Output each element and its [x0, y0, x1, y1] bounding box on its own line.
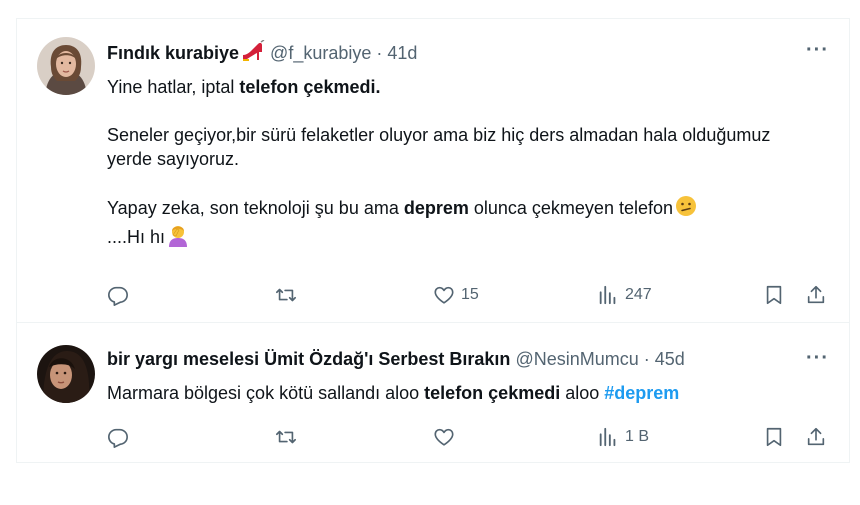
hashtag-link[interactable]: #deprem [604, 383, 679, 403]
author-name[interactable]: bir yargı meselesi Ümit Özdağ'ı Serbest … [107, 349, 510, 370]
person-facepalming-icon [167, 223, 189, 253]
like-button[interactable] [433, 426, 461, 448]
tweet-header: bir yargı meselesi Ümit Özdağ'ı Serbest … [107, 349, 833, 370]
tweet-paragraph: Yine hatlar, iptal telefon çekmedi. [107, 75, 809, 99]
timestamp[interactable]: 41d [387, 43, 417, 64]
text-span: olunca çekmeyen telefon [468, 197, 674, 218]
text-span: Yapay zeka, son teknoloji şu bu ama [107, 197, 404, 218]
tweet-text: Marmara bölgesi çok kötü sallandı aloo t… [107, 381, 809, 405]
highlighted-text: deprem [403, 197, 469, 218]
reply-icon [108, 286, 128, 306]
more-options-icon[interactable]: ··· [806, 347, 829, 370]
retweet-icon [276, 430, 296, 444]
text-span: aloo [560, 383, 605, 403]
reply-icon [108, 428, 128, 448]
separator-dot: · [376, 43, 383, 63]
retweet-button[interactable] [275, 284, 303, 306]
retweet-button[interactable] [275, 426, 303, 448]
tweet-paragraph: Seneler geçiyor,bir sürü felaketler oluy… [107, 123, 809, 171]
high-heel-shoe-icon [241, 39, 265, 67]
timeline: Fındık kurabiye @f_kurabiye · 41d ··· Yi… [16, 18, 850, 463]
bar-chart-icon [599, 427, 616, 447]
avatar[interactable] [37, 345, 95, 403]
text-span: ....Hı hı [107, 226, 166, 247]
views-count: 1 B [625, 428, 650, 445]
author-handle[interactable]: @NesinMumcu [515, 349, 638, 370]
reply-button[interactable] [107, 426, 135, 448]
heart-icon [434, 286, 454, 304]
text-span: Yine hatlar, iptal [107, 77, 240, 97]
tweet-actions: 15 247 [107, 284, 833, 308]
reply-button[interactable] [107, 284, 135, 306]
share-button[interactable] [805, 284, 827, 306]
views-count: 247 [625, 286, 652, 303]
highlighted-text: telefon çekmedi. [239, 77, 381, 97]
like-count: 15 [461, 286, 479, 303]
author-name[interactable]: Fındık kurabiye [107, 43, 239, 64]
timestamp[interactable]: 45d [655, 349, 685, 370]
tweet-text: Yine hatlar, iptal telefon çekmedi. Sene… [107, 75, 809, 253]
text-span: Marmara bölgesi çok kötü sallandı aloo [107, 383, 425, 403]
share-icon [807, 285, 825, 304]
confused-face-icon [675, 195, 697, 223]
avatar[interactable] [37, 37, 95, 95]
avatar-image [37, 345, 95, 403]
bookmark-button[interactable] [763, 284, 785, 306]
share-icon [807, 427, 825, 446]
tweet-actions: 1 B [107, 426, 833, 450]
text-span: Seneler geçiyor,bir sürü felaketler oluy… [107, 125, 771, 169]
heart-icon [434, 428, 454, 446]
bar-chart-icon [599, 285, 616, 305]
more-options-icon[interactable]: ··· [806, 39, 829, 62]
author-handle[interactable]: @f_kurabiye [270, 43, 371, 64]
tweet[interactable]: bir yargı meselesi Ümit Özdağ'ı Serbest … [17, 323, 849, 463]
like-button[interactable]: 15 [433, 284, 479, 306]
retweet-icon [276, 288, 296, 302]
avatar-image [37, 37, 95, 95]
bookmark-icon [766, 427, 782, 447]
views-button[interactable]: 247 [597, 284, 652, 306]
share-button[interactable] [805, 426, 827, 448]
bookmark-icon [766, 285, 782, 305]
views-button[interactable]: 1 B [597, 426, 649, 448]
highlighted-text: telefon çekmedi [424, 383, 561, 403]
bookmark-button[interactable] [763, 426, 785, 448]
tweet[interactable]: Fındık kurabiye @f_kurabiye · 41d ··· Yi… [17, 18, 849, 323]
tweet-header: Fındık kurabiye @f_kurabiye · 41d [107, 39, 833, 67]
tweet-paragraph: Yapay zeka, son teknoloji şu bu ama depr… [107, 195, 809, 253]
separator-dot: · [643, 349, 650, 369]
